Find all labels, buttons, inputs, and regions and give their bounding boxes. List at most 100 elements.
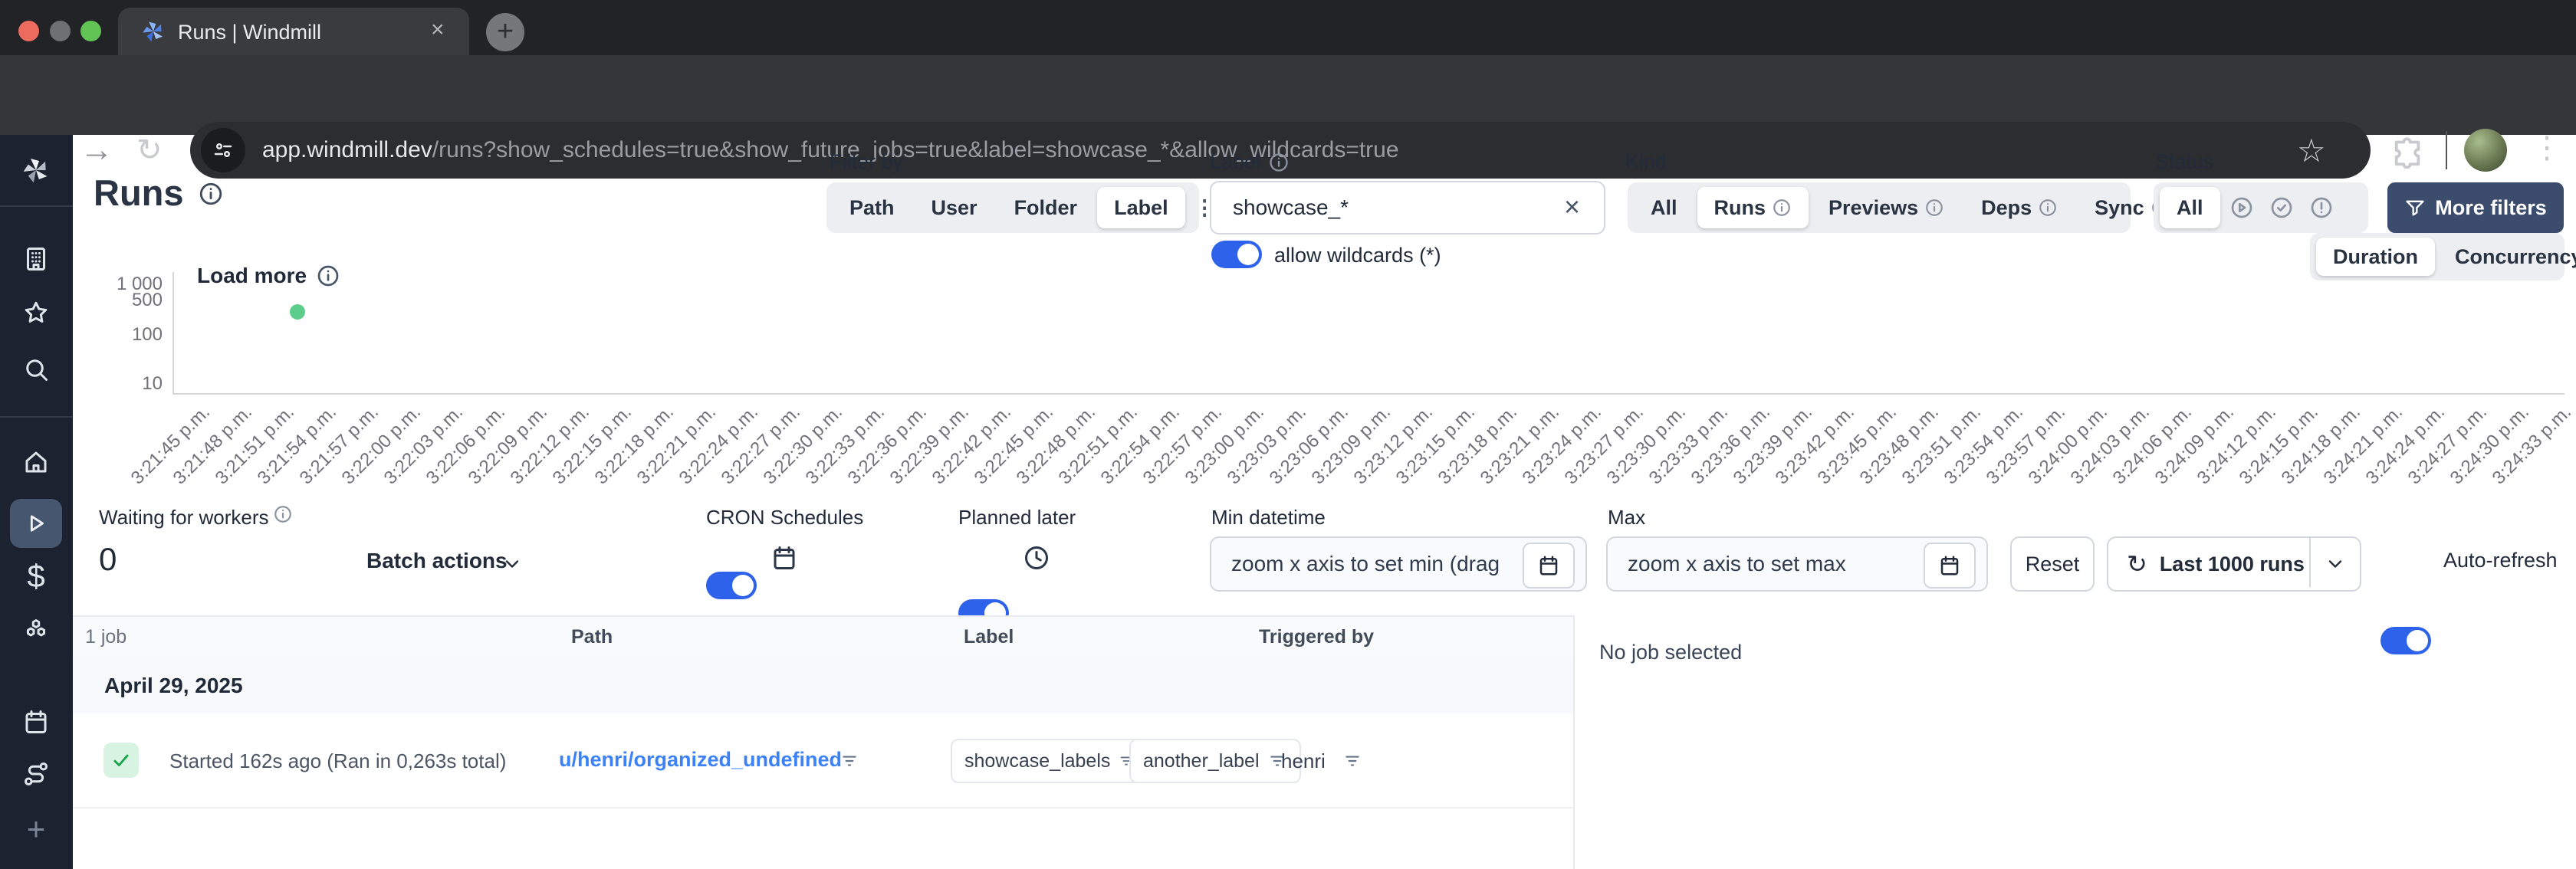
runs-play-icon	[30, 515, 44, 532]
label-pill: showcase_labels	[951, 739, 1149, 783]
batch-actions-button[interactable]: Batch actions	[366, 549, 508, 573]
batch-actions-chevron-icon	[505, 560, 519, 568]
site-settings-icon[interactable]	[201, 128, 245, 172]
job-success-badge	[104, 743, 139, 778]
tab-close-icon[interactable]: ×	[431, 17, 445, 43]
job-started-text: Started 162s ago (Ran in 0,263s total)	[169, 749, 507, 772]
kind-deps[interactable]: Deps	[1964, 187, 2075, 228]
more-filters-label: More filters	[2435, 195, 2547, 219]
browser-menu-icon[interactable]: ⋮	[2532, 130, 2562, 166]
funnel-icon	[2406, 200, 2424, 216]
x-axis-line	[172, 393, 2564, 395]
filter-by-folder[interactable]: Folder	[997, 187, 1095, 228]
sidebar-item-runs-active[interactable]	[10, 499, 62, 548]
runs-info-icon[interactable]	[198, 181, 224, 207]
profile-avatar[interactable]	[2464, 129, 2507, 172]
schedules-calendar-icon[interactable]	[22, 708, 50, 736]
kind-all[interactable]: All	[1634, 187, 1694, 228]
job-path-link[interactable]: u/henri/organized_undefined	[559, 748, 842, 772]
sidebar-divider	[0, 205, 73, 207]
date-group-row: April 29, 2025	[73, 658, 1573, 715]
auto-refresh-label: Auto-refresh	[2443, 549, 2558, 572]
allow-wildcards-label: allow wildcards (*)	[1274, 244, 1441, 267]
label-info-icon[interactable]	[1268, 152, 1290, 173]
status-failure-icon[interactable]	[2309, 195, 2334, 220]
search-icon[interactable]	[22, 356, 50, 383]
extensions-puzzle-icon[interactable]	[2390, 133, 2426, 169]
runs-range-label: Last 1000 runs	[2159, 552, 2305, 576]
browser-toolbar: ← → ↻ app.windmill.dev/runs?show_schedul…	[0, 55, 2576, 179]
reset-label: Reset	[2025, 552, 2080, 576]
max-calendar-button[interactable]	[1924, 543, 1976, 589]
label-pill-text: showcase_labels	[964, 749, 1111, 772]
favorites-star-icon[interactable]	[22, 299, 50, 326]
max-datetime-input[interactable]: zoom x axis to set max	[1606, 536, 1988, 592]
allow-wildcards-toggle[interactable]	[1211, 241, 1262, 268]
chart-run-point[interactable]	[290, 303, 306, 320]
max-datetime-label: Max	[1608, 506, 1646, 529]
range-chevron-icon[interactable]	[2325, 553, 2346, 575]
kind-previews[interactable]: Previews	[1812, 187, 1961, 228]
browser-tab[interactable]: Runs | Windmill ×	[118, 8, 469, 55]
filter-by-label-option[interactable]: Label	[1097, 187, 1185, 228]
traffic-light-maximize[interactable]	[80, 21, 101, 41]
url-domain: app.windmill.dev	[262, 137, 432, 162]
view-toggle-segment: Duration Concurrency	[2310, 233, 2576, 280]
toolbar-divider	[2446, 131, 2447, 169]
flows-route-icon[interactable]	[22, 760, 50, 788]
min-datetime-input[interactable]: zoom x axis to set min (drag wi	[1210, 536, 1587, 592]
load-more-button[interactable]: Load more	[197, 264, 307, 288]
job-row[interactable]: Started 162s ago (Ran in 0,263s total) u…	[73, 713, 1573, 808]
reload-icon[interactable]: ↻	[136, 130, 163, 170]
auto-refresh-toggle[interactable]	[2380, 627, 2431, 654]
filter-by-user[interactable]: User	[915, 187, 994, 228]
add-plus-icon[interactable]: +	[22, 811, 50, 848]
kind-label: Kind	[1625, 150, 1668, 173]
column-label: Label	[964, 626, 1014, 648]
status-segment: All	[2154, 182, 2368, 233]
triggered-by-filter-icon[interactable]	[1342, 751, 1362, 771]
page-title: Runs	[94, 172, 184, 213]
kind-previews-info-icon	[1926, 199, 1943, 216]
more-filters-button[interactable]: More filters	[2387, 182, 2564, 233]
status-success-icon[interactable]	[2269, 195, 2294, 220]
label-filter-input[interactable]: showcase_* ×	[1210, 181, 1605, 234]
view-concurrency[interactable]: Concurrency	[2438, 238, 2576, 276]
forward-icon[interactable]: →	[80, 130, 113, 170]
reset-button[interactable]: Reset	[2010, 536, 2095, 592]
max-datetime-value: zoom x axis to set max	[1628, 552, 1846, 576]
waiting-workers-info-icon[interactable]	[273, 504, 293, 524]
planned-clock-icon	[1025, 546, 1048, 569]
filter-by-segment: Path User Folder Label ⋮	[826, 182, 1215, 233]
cron-schedules-toggle[interactable]	[706, 572, 757, 599]
bookmark-star-icon[interactable]: ☆	[2297, 132, 2326, 169]
resources-boxes-icon[interactable]	[22, 617, 50, 644]
clear-label-icon[interactable]: ×	[1564, 191, 1580, 223]
planned-later-label: Planned later	[958, 506, 1076, 529]
min-calendar-icon	[1539, 556, 1558, 576]
label-pill: another_label	[1129, 739, 1301, 783]
filter-by-path[interactable]: Path	[833, 187, 912, 228]
new-tab-button[interactable]: +	[486, 13, 524, 51]
traffic-light-close[interactable]	[18, 21, 39, 41]
min-datetime-value: zoom x axis to set min (drag wi	[1231, 552, 1500, 576]
status-running-icon[interactable]	[2229, 195, 2254, 220]
runs-range-button[interactable]: ↻ Last 1000 runs	[2107, 536, 2361, 592]
min-calendar-button[interactable]	[1523, 543, 1575, 589]
label-filter-value: showcase_*	[1233, 195, 1349, 219]
browser-tab-strip: Runs | Windmill × +	[0, 0, 2576, 55]
traffic-light-minimize[interactable]	[50, 21, 71, 41]
windmill-logo[interactable]	[18, 152, 54, 189]
status-label: Status	[2155, 150, 2214, 173]
workspace-building-icon[interactable]	[22, 245, 50, 273]
load-more-info-icon[interactable]	[316, 264, 340, 288]
status-all[interactable]: All	[2160, 187, 2220, 228]
view-duration[interactable]: Duration	[2316, 238, 2435, 276]
home-icon[interactable]	[22, 448, 50, 476]
max-calendar-icon	[1940, 556, 1959, 576]
kind-runs[interactable]: Runs	[1697, 187, 1809, 228]
path-filter-icon[interactable]	[840, 751, 859, 771]
waiting-workers-label: Waiting for workers	[99, 506, 269, 529]
cron-schedules-label: CRON Schedules	[706, 506, 864, 529]
tab-title: Runs | Windmill	[178, 21, 322, 44]
